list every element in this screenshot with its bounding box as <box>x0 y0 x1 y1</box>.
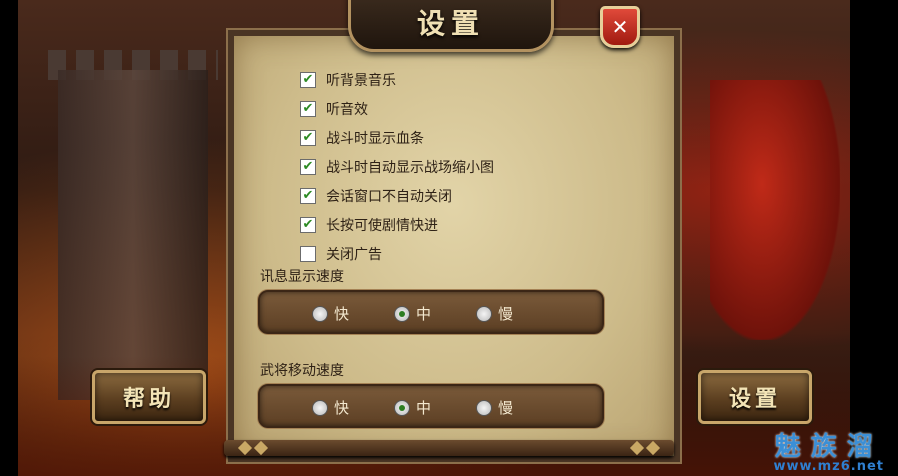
radio-label: 中 <box>416 399 432 417</box>
option-label: 关闭广告 <box>326 247 382 263</box>
message-speed-slow[interactable]: 慢 <box>476 303 513 324</box>
option-label: 长按可使剧情快进 <box>326 218 438 234</box>
checkbox[interactable] <box>300 246 316 262</box>
radio-label: 慢 <box>498 305 514 323</box>
option-hp-bar[interactable]: ✔ 战斗时显示血条 <box>300 128 424 148</box>
move-speed-fast[interactable]: 快 <box>312 397 349 418</box>
move-speed-slow[interactable]: 慢 <box>476 397 513 418</box>
radio-button[interactable] <box>394 399 410 416</box>
checkbox[interactable]: ✔ <box>300 130 316 146</box>
message-speed-fast[interactable]: 快 <box>312 303 349 324</box>
option-label: 会话窗口不自动关闭 <box>326 189 452 205</box>
option-label: 战斗时自动显示战场缩小图 <box>326 160 494 176</box>
option-label: 战斗时显示血条 <box>326 131 424 147</box>
checkbox[interactable]: ✔ <box>300 101 316 117</box>
option-bgm[interactable]: ✔ 听背景音乐 <box>300 70 396 90</box>
check-icon: ✔ <box>302 72 314 87</box>
radio-label: 慢 <box>498 399 514 417</box>
site-watermark: 魅族溜 www.mz6.net <box>773 426 884 474</box>
watermark-url: www.mz6.net <box>773 459 884 474</box>
check-icon: ✔ <box>302 159 314 174</box>
radio-selected-dot <box>399 404 405 411</box>
red-cape <box>710 80 840 340</box>
message-speed-label: 讯息显示速度 <box>260 269 344 285</box>
radio-button[interactable] <box>312 399 328 416</box>
checkbox[interactable]: ✔ <box>300 188 316 204</box>
radio-label: 中 <box>416 305 432 323</box>
check-icon: ✔ <box>302 130 314 145</box>
footer-ornament <box>253 440 269 456</box>
move-speed-medium[interactable]: 中 <box>394 397 431 418</box>
option-close-ads[interactable]: 关闭广告 <box>300 244 382 264</box>
dialog-title-plate: 设置 <box>348 0 554 52</box>
option-minimap[interactable]: ✔ 战斗时自动显示战场缩小图 <box>300 157 494 177</box>
footer-ornament <box>237 440 253 456</box>
message-speed-medium[interactable]: 中 <box>394 303 431 324</box>
checkbox[interactable]: ✔ <box>300 159 316 175</box>
option-sfx[interactable]: ✔ 听音效 <box>300 99 368 119</box>
close-button[interactable]: ✕ <box>600 6 640 48</box>
watermark-text: 魅族溜 <box>774 432 883 462</box>
check-icon: ✔ <box>302 188 314 203</box>
dialog-title: 设置 <box>416 7 485 40</box>
radio-label: 快 <box>334 305 350 323</box>
check-icon: ✔ <box>302 217 314 232</box>
castle-tower <box>58 70 208 400</box>
option-label: 听背景音乐 <box>326 73 396 89</box>
move-speed-label: 武将移动速度 <box>260 363 344 379</box>
radio-selected-dot <box>399 310 405 317</box>
option-label: 听音效 <box>326 102 368 118</box>
radio-button[interactable] <box>394 305 410 322</box>
panel-footer-bar <box>224 440 674 456</box>
message-speed-group: 快 中 慢 <box>258 290 604 334</box>
option-fast-forward[interactable]: ✔ 长按可使剧情快进 <box>300 215 438 235</box>
check-icon: ✔ <box>302 101 314 116</box>
radio-button[interactable] <box>476 305 492 322</box>
footer-ornament <box>629 440 645 456</box>
option-dialog-stay[interactable]: ✔ 会话窗口不自动关闭 <box>300 186 452 206</box>
move-speed-group: 快 中 慢 <box>258 384 604 428</box>
radio-label: 快 <box>334 399 350 417</box>
close-x-icon: ✕ <box>611 15 629 39</box>
checkbox[interactable]: ✔ <box>300 217 316 233</box>
radio-button[interactable] <box>312 305 328 322</box>
checkbox[interactable]: ✔ <box>300 72 316 88</box>
settings-button[interactable]: 设置 <box>698 370 812 424</box>
radio-button[interactable] <box>476 399 492 416</box>
footer-ornament <box>645 440 661 456</box>
help-button[interactable]: 帮助 <box>92 370 206 424</box>
